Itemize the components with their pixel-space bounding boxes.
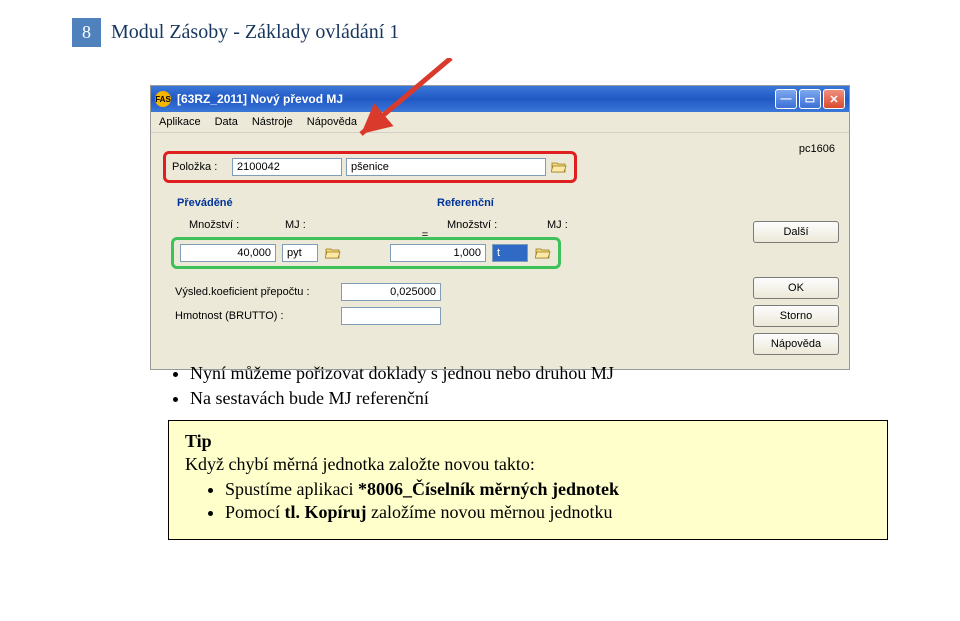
page-title: Modul Zásoby - Základy ovládání 1 — [111, 21, 399, 44]
minimize-button[interactable]: — — [775, 89, 797, 109]
qty2-input[interactable]: 1,000 — [390, 244, 486, 262]
right-button-column: pc1606 Další OK Storno Nápověda — [753, 143, 839, 355]
polozka-name-input[interactable]: pšenice — [346, 158, 546, 176]
client-area: Položka : 2100042 pšenice Převáděné Refe… — [151, 133, 849, 369]
open-folder-icon-unit1[interactable] — [324, 245, 342, 261]
tip-title: Tip — [185, 431, 871, 452]
maximize-button[interactable]: ▭ — [799, 89, 821, 109]
tip-li-2: Pomocí tl. Kopíruj založíme novou měrnou… — [225, 502, 871, 523]
body-bullets: Nyní můžeme pořizovat doklady s jednou n… — [168, 362, 868, 411]
polozka-code-input[interactable]: 2100042 — [232, 158, 342, 176]
values-row: 40,000 pyt 1,000 t — [171, 237, 561, 269]
coef-label: Výsled.koeficient přepočtu : — [175, 286, 333, 298]
bullet-1: Nyní můžeme pořizovat doklady s jednou n… — [190, 362, 868, 385]
header-mnozstvi-2: Množství : — [435, 219, 547, 231]
open-folder-icon-unit2[interactable] — [534, 245, 552, 261]
form-region: Položka : 2100042 pšenice Převáděné Refe… — [161, 143, 753, 355]
pc-id-label: pc1606 — [753, 143, 839, 155]
page-number: 8 — [72, 18, 101, 47]
header-mj-2: MJ : — [547, 219, 687, 231]
unit2-input[interactable]: t — [492, 244, 528, 262]
tip-box: Tip Když chybí měrná jednotka založte no… — [168, 420, 888, 540]
section-referencni: Referenční — [437, 197, 494, 209]
bullet-2: Na sestavách bude MJ referenční — [190, 387, 868, 410]
tip-intro: Když chybí měrná jednotka založte novou … — [185, 454, 871, 475]
tip-li-1-prefix: Spustíme aplikaci — [225, 479, 358, 499]
column-headers: Množství : MJ : = Množství : MJ : — [177, 219, 687, 231]
menu-nastroje[interactable]: Nástroje — [252, 116, 293, 128]
coef-row: Výsled.koeficient přepočtu : 0,025000 — [175, 283, 441, 301]
titlebar: FAS [63RZ_2011] Nový převod MJ — ▭ ✕ — [151, 86, 849, 112]
brutto-input[interactable] — [341, 307, 441, 325]
napoveda-button[interactable]: Nápověda — [753, 333, 839, 355]
close-button[interactable]: ✕ — [823, 89, 845, 109]
ok-button[interactable]: OK — [753, 277, 839, 299]
app-window: FAS [63RZ_2011] Nový převod MJ — ▭ ✕ Apl… — [150, 85, 850, 370]
dalsi-button[interactable]: Další — [753, 221, 839, 243]
storno-button[interactable]: Storno — [753, 305, 839, 327]
coef-input[interactable]: 0,025000 — [341, 283, 441, 301]
qty1-input[interactable]: 40,000 — [180, 244, 276, 262]
unit1-input[interactable]: pyt — [282, 244, 318, 262]
section-prevadene: Převáděné — [177, 197, 437, 209]
app-icon: FAS — [155, 91, 171, 107]
menu-data[interactable]: Data — [215, 116, 238, 128]
titlebar-buttons: — ▭ ✕ — [775, 89, 845, 109]
page-header: 8 Modul Zásoby - Základy ovládání 1 — [72, 18, 399, 47]
open-folder-icon[interactable] — [550, 159, 568, 175]
brutto-row: Hmotnost (BRUTTO) : — [175, 307, 441, 325]
section-labels: Převáděné Referenční — [177, 197, 687, 209]
window-title: [63RZ_2011] Nový převod MJ — [177, 92, 343, 106]
polozka-row: Položka : 2100042 pšenice — [163, 151, 577, 183]
header-mnozstvi-1: Množství : — [177, 219, 285, 231]
menubar: Aplikace Data Nástroje Nápověda — [151, 112, 849, 133]
tip-li-1: Spustíme aplikaci *8006_Číselník měrných… — [225, 479, 871, 500]
tip-li-1-bold: *8006_Číselník měrných jednotek — [358, 479, 619, 499]
polozka-label: Položka : — [172, 161, 228, 173]
tip-li-2-suffix: založíme novou měrnou jednotku — [367, 502, 613, 522]
brutto-label: Hmotnost (BRUTTO) : — [175, 310, 333, 322]
header-mj-1: MJ : — [285, 219, 415, 231]
tip-li-2-bold: tl. Kopíruj — [285, 502, 367, 522]
menu-napoveda[interactable]: Nápověda — [307, 116, 357, 128]
menu-aplikace[interactable]: Aplikace — [159, 116, 201, 128]
tip-li-2-prefix: Pomocí — [225, 502, 285, 522]
